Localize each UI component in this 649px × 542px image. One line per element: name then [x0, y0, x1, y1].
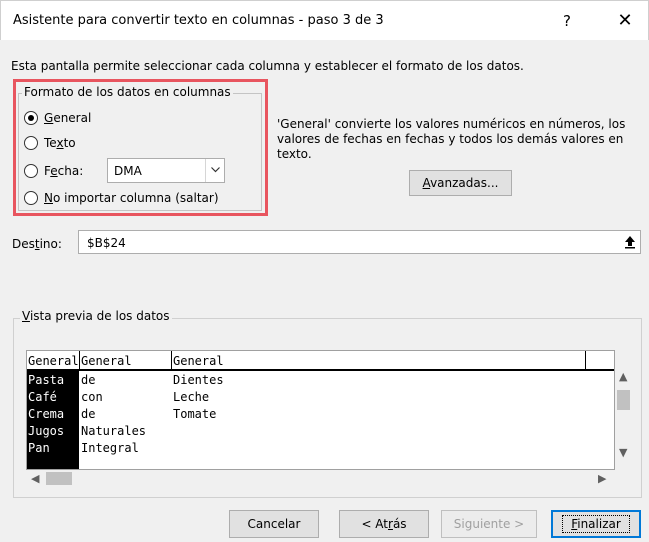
scroll-right-icon[interactable]: ▶ — [598, 472, 606, 485]
title-bar: Asistente para convertir texto en column… — [0, 0, 649, 40]
horizontal-scroll-thumb[interactable] — [46, 472, 72, 485]
collapse-dialog-icon[interactable] — [622, 234, 638, 250]
radio-general-label: General — [44, 111, 92, 125]
date-format-value: DMA — [114, 164, 142, 178]
radio-date[interactable]: Fecha: — [24, 164, 83, 178]
finish-button[interactable]: Finalizar — [551, 510, 641, 538]
radio-general[interactable]: General — [24, 111, 91, 125]
scroll-down-icon[interactable]: ▼ — [619, 446, 627, 459]
preview-cell: Dientes — [173, 373, 224, 387]
general-format-info: 'General' convierte los valores numérico… — [277, 117, 626, 161]
horizontal-scrollbar[interactable]: ◀ ▶ — [26, 470, 615, 487]
destination-field[interactable]: $B$24 — [78, 230, 641, 254]
preview-cell: Jugos — [28, 424, 65, 438]
preview-cell: Tomate — [173, 407, 217, 421]
cancel-button[interactable]: Cancelar — [229, 510, 319, 538]
column-header-1[interactable]: General — [28, 353, 79, 370]
preview-cell: de — [81, 373, 96, 387]
radio-skip[interactable]: No importar columna (saltar) — [24, 191, 219, 205]
format-legend: Formato de los datos en columnas — [22, 85, 233, 99]
back-button[interactable]: < Atrás — [339, 510, 429, 538]
column-separator — [585, 351, 586, 371]
radio-text[interactable]: Texto — [24, 136, 76, 150]
radio-general-button[interactable] — [24, 111, 38, 125]
column-separator — [171, 351, 172, 371]
text-to-columns-dialog: Asistente para convertir texto en column… — [0, 0, 649, 542]
close-icon[interactable]: ✕ — [609, 7, 641, 35]
vertical-scrollbar[interactable]: ▲ ▼ — [615, 350, 632, 470]
preview-cell: de — [81, 407, 96, 421]
preview-cell: Integral — [81, 441, 139, 455]
radio-skip-label: No importar columna (saltar) — [44, 191, 219, 205]
preview-cell: Pan — [28, 441, 50, 455]
radio-text-button[interactable] — [24, 136, 38, 150]
radio-date-label: Fecha: — [44, 164, 84, 178]
radio-skip-button[interactable] — [24, 191, 38, 205]
preview-cell: Pasta — [28, 373, 65, 387]
scroll-up-icon[interactable]: ▲ — [619, 370, 627, 383]
column-header-2[interactable]: General — [81, 353, 132, 370]
destination-value: $B$24 — [87, 236, 126, 250]
preview-cell: Leche — [173, 390, 210, 404]
help-icon[interactable]: ? — [553, 7, 581, 35]
advanced-button[interactable]: Avanzadas... — [409, 170, 512, 196]
dialog-title: Asistente para convertir texto en column… — [13, 13, 384, 28]
column-separator — [79, 351, 80, 371]
preview-cell: Naturales — [81, 424, 147, 438]
preview-legend: Vista previa de los datos — [20, 309, 172, 323]
scroll-left-icon[interactable]: ◀ — [31, 472, 39, 485]
radio-date-button[interactable] — [24, 164, 38, 178]
preview-cell: Café — [28, 390, 57, 404]
vertical-scroll-thumb[interactable] — [617, 390, 630, 410]
destination-label: Destino: — [12, 237, 62, 251]
preview-cell: con — [81, 390, 103, 404]
radio-text-label: Texto — [44, 136, 76, 150]
chevron-down-icon[interactable] — [205, 159, 224, 182]
column-header-3[interactable]: General — [173, 353, 224, 370]
data-preview-grid[interactable]: General General General Pasta de Dientes… — [26, 350, 615, 470]
next-button[interactable]: Siguiente > — [441, 510, 537, 538]
step-description: Esta pantalla permite seleccionar cada c… — [11, 59, 524, 73]
date-format-select[interactable]: DMA — [107, 158, 225, 183]
preview-cell: Crema — [28, 407, 65, 421]
